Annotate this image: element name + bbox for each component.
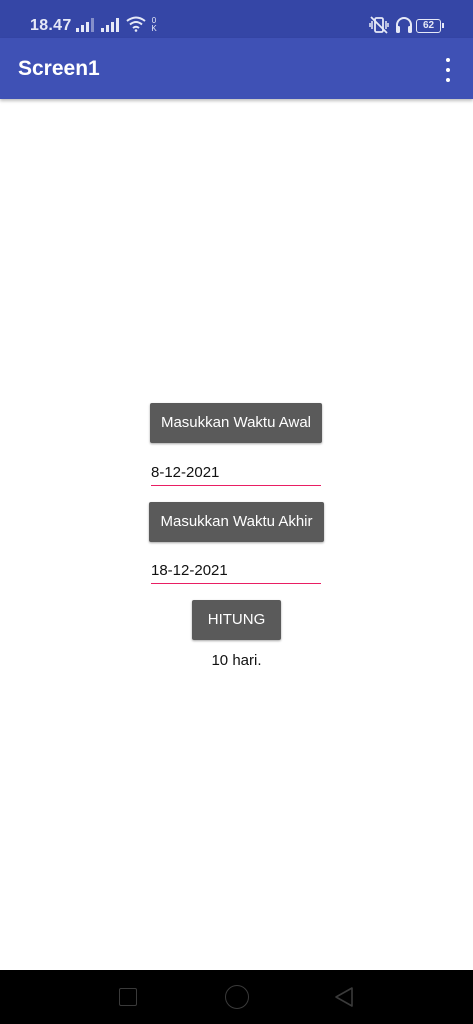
headphones-icon — [396, 17, 412, 33]
start-time-button[interactable]: Masukkan Waktu Awal — [150, 403, 322, 443]
wifi-icon — [126, 16, 146, 32]
navigation-bar — [0, 970, 473, 1024]
vibrate-off-icon — [369, 16, 389, 34]
signal-icon — [101, 18, 121, 32]
end-time-button[interactable]: Masukkan Waktu Akhir — [149, 502, 324, 542]
status-time: 18.47 — [30, 17, 72, 34]
page-title: Screen1 — [18, 57, 100, 80]
battery-icon: 62 — [416, 19, 444, 33]
more-vert-icon[interactable] — [440, 58, 456, 82]
app-bar: Screen1 — [0, 38, 473, 99]
back-icon[interactable] — [333, 986, 355, 1008]
ok-icon: 0K — [151, 16, 157, 33]
end-date-field[interactable]: 18-12-2021 — [151, 560, 321, 584]
recent-apps-icon[interactable] — [119, 988, 137, 1006]
calculate-button[interactable]: HITUNG — [192, 600, 281, 640]
signal-icon — [76, 18, 96, 32]
home-icon[interactable] — [225, 985, 249, 1009]
result-text: 10 hari. — [211, 652, 262, 669]
start-date-field[interactable]: 8-12-2021 — [151, 462, 321, 486]
status-bar: 18.47 0K 62 — [0, 0, 473, 38]
